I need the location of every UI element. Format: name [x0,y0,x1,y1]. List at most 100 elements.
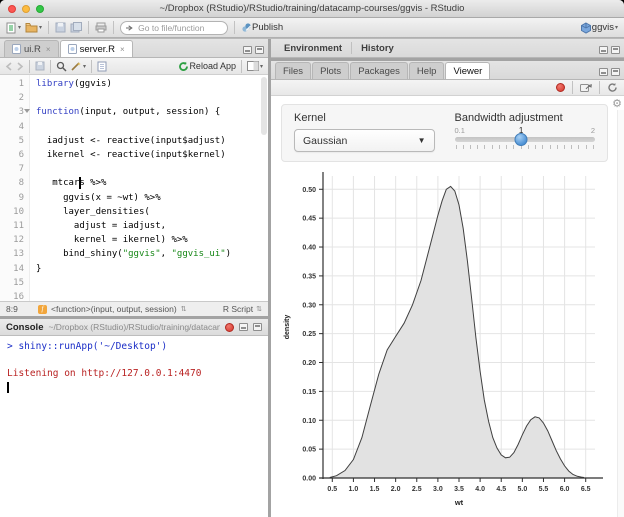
tab-plots[interactable]: Plots [312,62,349,79]
code-line: iadjust <- reactive(input$adjust) [36,134,268,148]
goto-file-field[interactable] [136,22,222,34]
maximize-pane-icon[interactable] [611,68,620,76]
x-tick-label: 0.5 [327,486,337,493]
x-tick-label: 4.0 [475,486,485,493]
shiny-controls-panel: Kernel Gaussian ▼ Bandwidth adjustment 0… [281,104,608,162]
forward-icon[interactable] [16,59,24,74]
console-header: Console ~/Dropbox (RStudio)/RStudio/trai… [0,319,268,336]
editor-status-bar: 8:9 f <function>(input, output, session)… [0,301,268,316]
console-output[interactable]: > shiny::runApp('~/Desktop') Listening o… [0,336,268,517]
x-tick-label: 1.0 [349,486,359,493]
back-icon[interactable] [5,59,13,74]
minimize-pane-icon[interactable] [239,323,248,331]
y-tick-label: 0.40 [302,245,316,252]
close-tab-icon[interactable]: × [120,45,125,54]
code-tools-icon[interactable]: ▾ [70,59,86,74]
line-number: 5 [0,134,24,148]
file-type-selector[interactable]: R Script ⇅ [223,304,262,314]
maximize-pane-icon[interactable] [611,46,620,54]
tab-server-r[interactable]: server.R× [60,40,133,57]
tab-help[interactable]: Help [409,62,445,79]
rstudio-window: ~/Dropbox (RStudio)/RStudio/training/dat… [0,0,624,517]
y-tick-label: 0.45 [302,216,316,223]
refresh-icon[interactable] [607,80,618,95]
console-line: Listening on http://127.0.0.1:4470 [7,367,261,381]
stop-icon[interactable] [556,83,565,92]
close-tab-icon[interactable]: × [46,45,51,54]
main-toolbar: ▾ ▾ Publish ggvis [0,18,624,38]
tab-history[interactable]: History [352,39,403,57]
stop-icon[interactable] [225,323,234,332]
maximize-pane-icon[interactable] [255,46,264,54]
y-tick-label: 0.30 [302,302,316,309]
text-cursor [79,177,81,189]
source-pane: ui.R× server.R× [0,39,268,316]
code-line: ggvis(x = ~wt) %>% [36,191,268,205]
y-tick-label: 0.10 [302,418,316,425]
gear-icon[interactable]: ⚙ [612,97,622,110]
kernel-select[interactable]: Gaussian ▼ [294,129,435,152]
code-line: ikernel <- reactive(input$kernel) [36,148,268,162]
print-icon[interactable] [95,20,107,35]
new-file-icon[interactable]: ▾ [6,20,21,35]
viewer-toolbar [271,80,624,96]
y-tick-label: 0.35 [302,273,316,280]
code-line: } [36,262,268,276]
density-chart-svg: 0.000.050.100.150.200.250.300.350.400.45… [277,166,607,516]
tab-files[interactable]: Files [275,62,311,79]
maximize-pane-icon[interactable] [253,323,262,331]
project-menu-button[interactable]: ggvis ▾ [580,20,618,35]
line-number: 11 [0,219,24,233]
scope-caret-icon: ⇅ [181,305,187,313]
goto-file-input[interactable] [120,21,228,35]
reload-app-button[interactable]: Reload App [178,59,236,74]
density-plot: 0.000.050.100.150.200.250.300.350.400.45… [277,166,624,517]
minimize-pane-icon[interactable] [599,46,608,54]
line-number: 8 [0,176,24,190]
line-number: 15 [0,276,24,290]
window-title: ~/Dropbox (RStudio)/RStudio/training/dat… [0,3,624,14]
bandwidth-label: Bandwidth adjustment [455,112,596,124]
tab-ui-r[interactable]: ui.R× [4,40,59,57]
publish-icon[interactable] [580,80,592,95]
tab-environment[interactable]: Environment [275,39,351,57]
slider-track[interactable] [455,137,596,142]
line-number: 2 [0,91,24,105]
x-tick-label: 3.0 [433,486,443,493]
slider-tick-marks [455,145,596,149]
code-line: mtcars %>% [36,176,268,190]
source-menu-icon[interactable]: ▾ [247,59,263,74]
bandwidth-slider[interactable]: 0.1 1 2 [455,126,596,149]
tab-packages[interactable]: Packages [350,62,408,79]
tab-viewer[interactable]: Viewer [445,62,490,79]
save-icon[interactable] [55,20,66,35]
code-line: library(ggvis) [36,77,268,91]
search-icon[interactable] [56,59,67,74]
code-text: library(ggvis) function(input, output, s… [30,75,268,301]
code-line: bind_shiny("ggvis", "ggvis_ui") [36,247,268,261]
density-area [330,186,583,478]
minimize-pane-icon[interactable] [599,68,608,76]
line-number: 7 [0,162,24,176]
y-tick-label: 0.00 [302,476,316,483]
compile-report-icon[interactable] [97,59,107,74]
y-tick-label: 0.50 [302,187,316,194]
save-all-icon[interactable] [70,20,82,35]
goto-arrow-icon [126,24,133,32]
r-file-icon [12,44,21,54]
save-icon[interactable] [35,59,45,74]
open-file-icon[interactable]: ▾ [25,20,42,35]
line-number: 13 [0,247,24,261]
scope-selector[interactable]: f <function>(input, output, session) ⇅ [38,304,187,314]
line-number: 1 [0,77,24,91]
filetype-caret-icon: ⇅ [256,305,262,313]
minimize-pane-icon[interactable] [243,46,252,54]
editor-scrollbar[interactable] [261,77,267,135]
slider-handle[interactable] [515,133,528,146]
code-line [36,91,268,105]
line-number: 6 [0,148,24,162]
publish-button[interactable]: Publish [241,20,283,35]
viewer-scrollbar[interactable] [617,110,624,517]
line-number: 14 [0,262,24,276]
code-editor[interactable]: 12345678910111213141516 library(ggvis) f… [0,75,268,301]
